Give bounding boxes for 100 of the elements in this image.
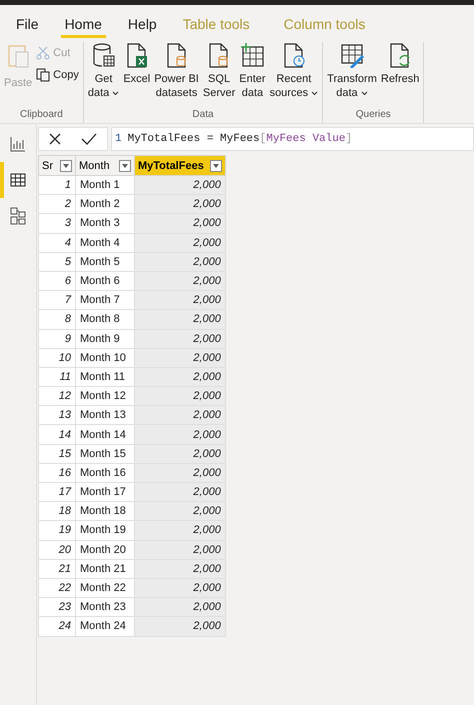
table-cell: 2,000 <box>134 367 226 387</box>
table-cell: 13 <box>38 406 76 425</box>
table-cell: Month 24 <box>76 616 134 636</box>
table-cell: 2,000 <box>134 252 226 272</box>
table-cell: 11 <box>38 367 76 387</box>
database-icon <box>92 42 116 68</box>
table-cell: 6 <box>38 271 76 291</box>
table-cell: 2,000 <box>134 329 226 348</box>
table-cell: 20 <box>38 540 76 560</box>
table-cell: 2,000 <box>134 214 226 234</box>
table-cell: Month 4 <box>76 233 134 252</box>
table-cell: 21 <box>38 559 76 578</box>
ribbon-button[interactable]: Copy <box>34 66 81 84</box>
table-cell: 23 <box>38 598 76 617</box>
table-cell: Month 3 <box>76 214 134 234</box>
table-cell: 2,000 <box>134 520 226 540</box>
table-cell: 22 <box>38 578 76 598</box>
ribbon-button[interactable]: Excel <box>121 42 152 86</box>
table-cell: 16 <box>38 463 76 482</box>
table-cell: 9 <box>38 329 76 348</box>
column-title: Month <box>79 160 110 172</box>
ribbon-button[interactable]: SQL Server <box>200 42 238 100</box>
table-cell: 2,000 <box>134 310 226 329</box>
table-cell: 15 <box>38 444 76 464</box>
document-clock-icon <box>282 42 306 68</box>
table-cell: 2,000 <box>134 482 226 502</box>
formula-field[interactable]: 1 MyTotalFees = MyFees[MyFees Value] <box>111 127 474 151</box>
table-cell: 18 <box>38 502 76 521</box>
table-cell: Month 12 <box>76 386 134 406</box>
table-icon <box>10 172 26 188</box>
filter-dropdown[interactable] <box>119 160 131 172</box>
table-cell: Month 2 <box>76 194 134 214</box>
table-add-icon <box>240 42 264 68</box>
table-cell: 2,000 <box>134 406 226 425</box>
table-cell: Month 11 <box>76 367 134 387</box>
table-cell: 17 <box>38 482 76 502</box>
commit-button[interactable] <box>81 133 97 145</box>
table-cell: Month 7 <box>76 290 134 310</box>
ribbon-tab[interactable]: Help <box>124 16 161 38</box>
table-cell: 4 <box>38 233 76 252</box>
caret-icon <box>63 164 69 168</box>
copy-icon <box>36 68 50 82</box>
table-cell: 2,000 <box>134 271 226 291</box>
table-cell: Month 22 <box>76 578 134 598</box>
ribbon-button[interactable]: Recent sources <box>268 42 320 100</box>
model-icon <box>10 207 26 225</box>
table-cell: 2,000 <box>134 194 226 214</box>
table-cell: 2,000 <box>134 233 226 252</box>
caret-icon <box>212 164 219 168</box>
ribbon-tab[interactable]: Home <box>60 16 106 38</box>
table-cell: Month 17 <box>76 482 134 502</box>
table-cell: 2,000 <box>134 290 226 310</box>
table-cell: 3 <box>38 214 76 234</box>
table-edit-icon <box>340 42 364 68</box>
table-cell: 5 <box>38 252 76 272</box>
table-cell: 1 <box>38 176 76 195</box>
table-cell: Month 23 <box>76 598 134 617</box>
table-cell: 14 <box>38 424 76 444</box>
ribbon-button[interactable]: Enter data <box>237 42 268 100</box>
ribbon-tab[interactable]: File <box>12 16 43 38</box>
table-cell: 2,000 <box>134 463 226 482</box>
column-header[interactable]: MyTotalFees <box>134 156 226 176</box>
table-cell: 2,000 <box>134 444 226 464</box>
table-cell: 19 <box>38 520 76 540</box>
table-cell: Month 20 <box>76 540 134 560</box>
table-cell: 2,000 <box>134 502 226 521</box>
group-label: Queries <box>354 109 392 122</box>
table-cell: 2,000 <box>134 424 226 444</box>
ribbon-button[interactable]: Transform data <box>325 42 379 100</box>
table-cell: 2,000 <box>134 559 226 578</box>
caret-icon <box>122 164 128 168</box>
table-cell: 2,000 <box>134 616 226 636</box>
column-header[interactable]: Sr <box>38 156 76 176</box>
group-label: Data <box>191 109 215 122</box>
table-cell: 2,000 <box>134 578 226 598</box>
table-cell: Month 16 <box>76 463 134 482</box>
group-label: Clipboard <box>19 109 64 122</box>
document-refresh-icon <box>388 42 412 68</box>
table-cell: 24 <box>38 616 76 636</box>
ribbon-button[interactable]: Power BI datasets <box>152 42 201 100</box>
table-cell: Month 19 <box>76 520 134 540</box>
column-header[interactable]: Month <box>76 156 134 176</box>
scissors-icon <box>36 46 50 60</box>
table-cell: 7 <box>38 290 76 310</box>
table-cell: 2,000 <box>134 348 226 368</box>
filter-dropdown[interactable] <box>210 160 222 172</box>
table-cell: Month 10 <box>76 348 134 368</box>
table-cell: 8 <box>38 310 76 329</box>
table-cell: 2,000 <box>134 176 226 195</box>
ribbon-button[interactable]: Get data <box>86 42 122 100</box>
table-cell: 12 <box>38 386 76 406</box>
cancel-button[interactable] <box>49 133 61 145</box>
table-cell: Month 6 <box>76 271 134 291</box>
table-cell: 2,000 <box>134 386 226 406</box>
table-cell: Month 8 <box>76 310 134 329</box>
ribbon-button[interactable]: Refresh <box>378 42 422 86</box>
filter-dropdown[interactable] <box>60 160 72 172</box>
table-cell: Month 9 <box>76 329 134 348</box>
table-cell: 2,000 <box>134 540 226 560</box>
table-cell: 2,000 <box>134 598 226 617</box>
